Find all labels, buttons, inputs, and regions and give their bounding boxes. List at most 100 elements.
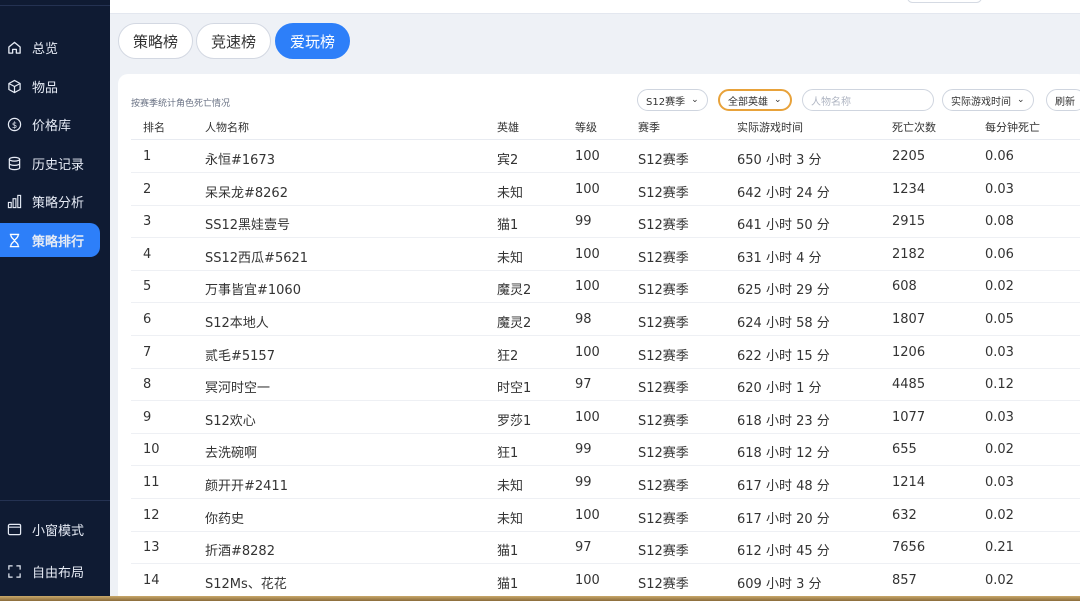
sidebar: 总览 物品 $ 价格库 历史记录 策略分析 策略排行 小窗模式 自由布局 <box>0 0 110 601</box>
bar-chart-icon <box>6 193 22 209</box>
cell-rank: 14 <box>143 572 160 588</box>
cell-rank: 8 <box>143 377 152 393</box>
chevron-down-icon: ⌄ <box>1017 95 1025 105</box>
cell-deaths-per-minute: 0.02 <box>985 279 1014 295</box>
cell-level: 97 <box>575 540 592 556</box>
cell-deaths: 1206 <box>892 344 926 360</box>
cell-deaths-per-minute: 0.12 <box>985 377 1014 393</box>
cell-play-time: 625 小时 29 分 <box>737 283 830 299</box>
name-search-input[interactable]: 人物名称 <box>802 89 934 111</box>
table-row[interactable]: 2 呆呆龙#8262 未知 100 S12赛季 642 小时 24 分 1234 0.03 <box>131 173 1080 206</box>
sidebar-item-items[interactable]: 物品 <box>0 69 100 103</box>
table-row[interactable]: 6 S12本地人 魔灵2 98 S12赛季 624 小时 58 分 1807 0.05 <box>131 303 1080 336</box>
cell-name: 贰毛#5157 <box>205 348 275 364</box>
cell-hero: 时空1 <box>497 381 532 397</box>
cell-deaths-per-minute: 0.02 <box>985 442 1014 458</box>
sort-select[interactable]: 实际游戏时间 ⌄ <box>942 89 1034 111</box>
cell-rank: 12 <box>143 507 160 523</box>
cell-hero: 猫1 <box>497 218 519 234</box>
cell-rank: 4 <box>143 246 152 262</box>
cell-play-time: 622 小时 15 分 <box>737 348 830 364</box>
cell-play-time: 617 小时 48 分 <box>737 479 830 494</box>
cell-season: S12赛季 <box>638 283 689 299</box>
cell-deaths: 1807 <box>892 312 926 327</box>
top-control[interactable] <box>907 0 982 3</box>
table-row[interactable]: 8 冥河时空一 时空1 97 S12赛季 620 小时 1 分 4485 0.12 <box>131 368 1080 402</box>
cell-hero: 魔灵2 <box>497 316 532 331</box>
cell-name: 冥河时空一 <box>205 381 271 397</box>
cell-season: S12赛季 <box>638 576 689 592</box>
season-select[interactable]: S12赛季 ⌄ <box>637 89 708 111</box>
cell-play-time: 641 小时 50 分 <box>737 218 830 234</box>
cell-hero: 罗莎1 <box>497 413 532 429</box>
cell-name: 折酒#8282 <box>205 544 275 560</box>
table-row[interactable]: 9 S12欢心 罗莎1 100 S12赛季 618 小时 23 分 1077 0.03 <box>131 401 1080 434</box>
cell-rank: 3 <box>143 214 152 230</box>
sidebar-item-strategy-analysis[interactable]: 策略分析 <box>0 184 100 218</box>
cell-season: S12赛季 <box>638 316 689 331</box>
cell-hero: 未知 <box>497 250 524 266</box>
cell-deaths-per-minute: 0.03 <box>985 181 1014 197</box>
table-row[interactable]: 1 永恒#1673 宾2 100 S12赛季 650 小时 3 分 2205 0.06 <box>131 140 1080 173</box>
cell-rank: 13 <box>143 540 160 556</box>
cell-level: 99 <box>575 442 592 458</box>
panel-subtitle: 按赛季统计角色死亡情况 <box>131 99 231 109</box>
table-row[interactable]: 14 S12Ms、花花 猫1 100 S12赛季 609 小时 3 分 857 0.02 <box>131 564 1080 597</box>
hero-select[interactable]: 全部英雄 ⌄ <box>718 89 792 111</box>
sidebar-item-label: 策略排行 <box>32 234 85 250</box>
cell-hero: 未知 <box>497 185 524 201</box>
table-row[interactable]: 11 颜开开#2411 未知 99 S12赛季 617 小时 48 分 1214 0.03 <box>131 466 1080 499</box>
sidebar-item-label: 价格库 <box>32 118 72 134</box>
table-row[interactable]: 5 万事皆宜#1060 魔灵2 100 S12赛季 625 小时 29 分 608 0.02 <box>131 270 1080 304</box>
cell-play-time: 612 小时 45 分 <box>737 544 830 560</box>
sidebar-item-history[interactable]: 历史记录 <box>0 146 100 180</box>
cell-level: 100 <box>575 279 600 295</box>
table-row[interactable]: 10 去洗碗啊 狂1 99 S12赛季 618 小时 12 分 655 0.02 <box>131 433 1080 467</box>
sidebar-item-overview[interactable]: 总览 <box>0 30 100 64</box>
sidebar-item-mini-window[interactable]: 小窗模式 <box>0 512 100 546</box>
tab-speedrun[interactable]: 竞速榜 <box>196 23 272 59</box>
sidebar-item-label: 自由布局 <box>32 565 85 581</box>
cube-icon <box>6 78 22 94</box>
cell-deaths-per-minute: 0.05 <box>985 312 1014 327</box>
cell-hero: 狂2 <box>497 348 519 364</box>
cell-name: SS12西瓜#5621 <box>205 250 309 266</box>
header-rank: 排名 <box>143 121 165 134</box>
name-search-placeholder: 人物名称 <box>811 96 851 108</box>
table-row[interactable]: 7 贰毛#5157 狂2 100 S12赛季 622 小时 15 分 1206 0.03 <box>131 336 1080 369</box>
cell-hero: 未知 <box>497 511 524 527</box>
cell-play-time: 609 小时 3 分 <box>737 576 822 592</box>
cell-deaths-per-minute: 0.21 <box>985 540 1014 556</box>
cell-season: S12赛季 <box>638 479 689 494</box>
cell-play-time: 624 小时 58 分 <box>737 316 830 331</box>
table-row[interactable]: 4 SS12西瓜#5621 未知 100 S12赛季 631 小时 4 分 2182 0.06 <box>131 238 1080 271</box>
tab-fun[interactable]: 爱玩榜 <box>275 23 351 59</box>
table-row[interactable]: 13 折酒#8282 猫1 97 S12赛季 612 小时 45 分 7656 0.21 <box>131 531 1080 565</box>
tab-strategy[interactable]: 策略榜 <box>118 23 194 59</box>
sidebar-item-strategy-ranking[interactable]: 策略排行 <box>0 223 100 257</box>
refresh-button[interactable]: 刷新 <box>1046 89 1080 111</box>
cell-level: 100 <box>575 344 600 360</box>
table-row[interactable]: 3 SS12黑娃壹号 猫1 99 S12赛季 641 小时 50 分 2915 0.08 <box>131 205 1080 239</box>
header-hero: 英雄 <box>497 121 519 134</box>
cell-play-time: 642 小时 24 分 <box>737 185 830 201</box>
cell-deaths: 7656 <box>892 540 926 556</box>
cell-season: S12赛季 <box>638 250 689 266</box>
cell-play-time: 650 小时 3 分 <box>737 153 822 168</box>
cell-season: S12赛季 <box>638 413 689 429</box>
table-header: 排名 人物名称 英雄 等级 赛季 实际游戏时间 死亡次数 每分钟死亡 <box>131 113 1080 140</box>
cell-hero: 猫1 <box>497 544 519 560</box>
header-name: 人物名称 <box>205 121 249 134</box>
cell-season: S12赛季 <box>638 381 689 397</box>
sidebar-item-free-layout[interactable]: 自由布局 <box>0 554 100 588</box>
cell-play-time: 617 小时 20 分 <box>737 511 830 527</box>
table-row[interactable]: 12 你药史 未知 100 S12赛季 617 小时 20 分 632 0.02 <box>131 499 1080 532</box>
svg-text:$: $ <box>11 119 16 129</box>
cell-play-time: 620 小时 1 分 <box>737 381 822 397</box>
cell-season: S12赛季 <box>638 446 689 462</box>
sidebar-item-label: 历史记录 <box>32 157 85 173</box>
cell-season: S12赛季 <box>638 544 689 560</box>
cell-name: 去洗碗啊 <box>205 446 258 462</box>
cell-season: S12赛季 <box>638 218 689 234</box>
sidebar-item-price-library[interactable]: $ 价格库 <box>0 107 100 141</box>
